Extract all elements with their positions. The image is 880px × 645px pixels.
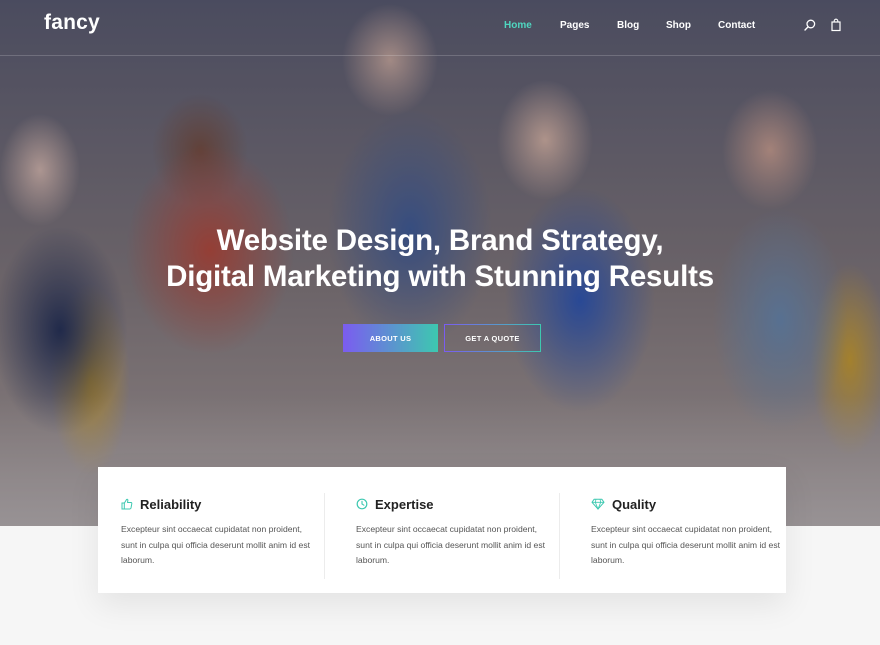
features-card: Reliability Excepteur sint occaecat cupi… bbox=[98, 467, 786, 593]
feature-quality: Quality Excepteur sint occaecat cupidata… bbox=[568, 467, 786, 593]
nav-item-blog[interactable]: Blog bbox=[617, 20, 639, 31]
about-us-button[interactable]: ABOUT US bbox=[343, 324, 438, 352]
hero-headline: Website Design, Brand Strategy, Digital … bbox=[0, 223, 880, 295]
feature-title: Quality bbox=[612, 497, 657, 512]
feature-divider bbox=[324, 493, 325, 579]
feature-description: Excepteur sint occaecat cupidatat non pr… bbox=[121, 524, 311, 565]
hero-headline-line-1: Website Design, Brand Strategy, bbox=[216, 224, 664, 257]
feature-description: Excepteur sint occaecat cupidatat non pr… bbox=[591, 524, 781, 565]
feature-reliability: Reliability Excepteur sint occaecat cupi… bbox=[98, 467, 324, 593]
nav-item-home[interactable]: Home bbox=[504, 20, 532, 31]
thumbs-up-icon bbox=[121, 498, 133, 510]
search-icon[interactable] bbox=[803, 18, 817, 32]
shopping-bag-icon[interactable] bbox=[829, 18, 843, 32]
feature-description: Excepteur sint occaecat cupidatat non pr… bbox=[356, 524, 546, 565]
get-a-quote-button[interactable]: GET A QUOTE bbox=[444, 324, 541, 352]
feature-expertise: Expertise Excepteur sint occaecat cupida… bbox=[333, 467, 559, 593]
nav-item-contact[interactable]: Contact bbox=[718, 20, 755, 31]
diamond-icon bbox=[591, 498, 605, 510]
feature-title: Expertise bbox=[375, 497, 434, 512]
clock-icon bbox=[356, 498, 368, 510]
site-logo[interactable]: fancy bbox=[44, 11, 100, 35]
nav-item-pages[interactable]: Pages bbox=[560, 20, 589, 31]
top-navigation: fancy Home Pages Blog Shop Contact bbox=[0, 0, 880, 56]
feature-divider bbox=[559, 493, 560, 579]
nav-item-shop[interactable]: Shop bbox=[666, 20, 691, 31]
feature-title: Reliability bbox=[140, 497, 202, 512]
hero-headline-line-2: Digital Marketing with Stunning Results bbox=[166, 260, 714, 293]
